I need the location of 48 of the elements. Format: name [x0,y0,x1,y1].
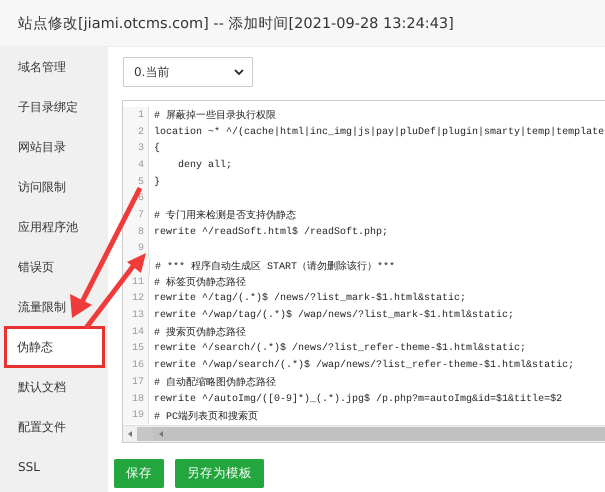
line-number: 2 [123,124,149,140]
sidebar-item[interactable]: 访问限制 [0,167,108,207]
line-number: 19 [123,407,149,424]
line-number: 13 [123,307,149,324]
code-line: # PC端列表页和搜索页 [154,410,258,423]
code-editor[interactable] [122,100,605,443]
code-line: deny all; [177,160,232,171]
code-line: # 专门用来检测是否支持伪静态 [154,208,296,222]
code-line: location ~* ^/(cache|html|inc_img|js|pay|pluDef|plugin|smarty|temp|template [154,126,604,138]
sidebar-item[interactable]: 配置文件 [0,407,108,447]
sidebar-item[interactable]: 错误页 [0,247,108,287]
sidebar-item[interactable]: 网站目录 [0,127,108,167]
line-number: 17 [123,374,149,391]
line-number: 4 [123,157,149,174]
caret-icon [234,68,244,76]
code-line: rewrite ^/readSoft.html$ /readSoft.php; [154,226,388,238]
sidebar-item[interactable]: 流量限制 [0,287,108,327]
horizontal-scrollbar[interactable] [123,425,605,442]
sidebar-item[interactable]: 默认文档 [0,367,108,407]
sidebar-item[interactable]: SSL [0,447,108,487]
sidebar-item[interactable]: 子目录绑定 [0,87,108,127]
line-number: 15 [123,340,149,358]
code-line: # *** 程序自动生成区 START（请勿删除该行）*** [155,260,396,273]
code-line: # 标签页伪静态路径 [154,276,246,290]
code-line: rewrite ^/tag/(.*)$ /news/?list_mark-$1.html&static; [154,293,466,304]
code-line: rewrite ^/search/(.*)$ /news/?list_refer-theme-$1.html&static; [154,343,526,354]
line-number: 5 [123,174,149,190]
line-number: 14 [123,324,149,341]
code-line: rewrite ^/autoImg/([0-9]*)_(.*).jpg$ /p.php?m=autoImg&id=$1&title=$2 [154,394,562,405]
code-line: # 自动配缩略图伪静态路径 [154,376,276,390]
line-number: 3 [123,140,149,158]
window-title: 站点修改[jiami.otcms.com] -- 添加时间[2021-09-28 13:24:43] [0,0,605,47]
line-number: 18 [123,390,149,408]
sidebar-item[interactable]: 应用程序池 [0,207,108,247]
code-line: # 屏蔽掉一些目录执行权限 [154,108,276,122]
sidebar-item[interactable]: 域名管理 [0,47,108,87]
line-number: 8 [123,224,149,240]
code-line: { [154,143,160,154]
code-line: rewrite ^/wap/search/(.*)$ /wap/news/?list_refer-theme-$1.html&static; [154,360,574,372]
line-number: 9 [123,240,149,258]
line-number: 16 [123,357,149,374]
code-line: } [154,176,160,188]
code-line: # 搜索页伪静态路径 [154,326,246,340]
line-number: 1 [123,107,149,124]
code-line: rewrite ^/wap/tag/(.*)$ /wap/news/?list_mark-$1.html&static; [154,310,514,322]
line-number: 12 [123,290,149,308]
sidebar-item[interactable]: 伪静态 [5,327,104,367]
version-select[interactable]: 0.当前 [123,57,253,87]
